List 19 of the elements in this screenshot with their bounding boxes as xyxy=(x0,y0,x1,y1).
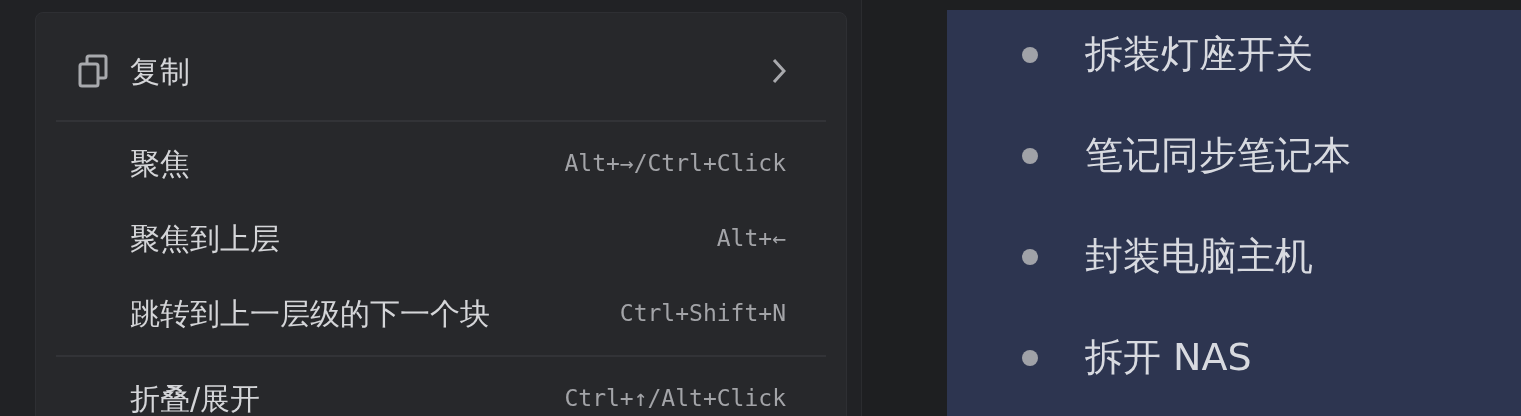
menu-item[interactable]: 聚焦 Alt+→/Ctrl+Click xyxy=(36,126,846,201)
menu-item[interactable]: 聚焦到上层 Alt+← xyxy=(36,201,846,276)
copy-icon xyxy=(78,54,108,88)
menu-item[interactable]: 折叠/展开 Ctrl+↑/Alt+Click xyxy=(36,361,846,416)
chevron-right-icon xyxy=(772,58,786,84)
keyboard-shortcut: Ctrl+Shift+N xyxy=(619,299,786,329)
outline-item[interactable]: 拆开 NAS xyxy=(1085,329,1252,386)
bullet-icon xyxy=(1022,349,1038,366)
bullet-icon xyxy=(1022,248,1038,265)
outline-item[interactable]: 笔记同步笔记本 xyxy=(1085,127,1351,184)
keyboard-shortcut: Alt+← xyxy=(716,224,786,254)
bullet-icon xyxy=(1022,46,1038,63)
bullet-icon xyxy=(1022,147,1038,164)
keyboard-shortcut: Ctrl+↑/Alt+Click xyxy=(564,384,786,414)
menu-item[interactable]: 复制 xyxy=(36,26,846,116)
keyboard-shortcut: Alt+→/Ctrl+Click xyxy=(564,149,786,179)
menu-item[interactable]: 跳转到上一层级的下一个块 Ctrl+Shift+N xyxy=(36,276,846,351)
outline-item[interactable]: 拆装灯座开关 xyxy=(1085,26,1313,83)
outline-item[interactable]: 封装电脑主机 xyxy=(1085,228,1313,285)
